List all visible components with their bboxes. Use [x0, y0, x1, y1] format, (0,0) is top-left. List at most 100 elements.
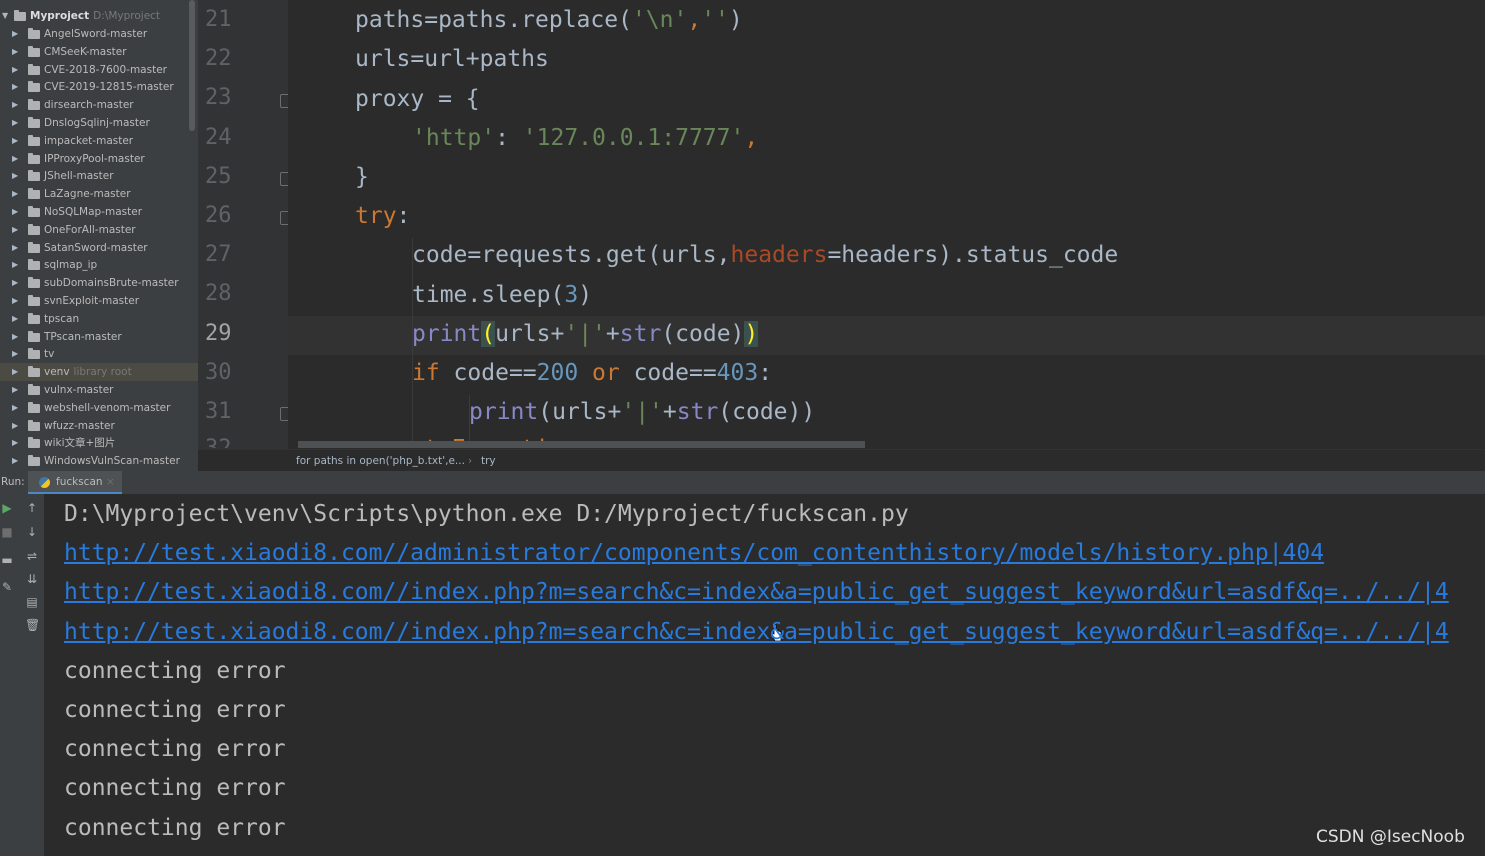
run-icon[interactable]: ▶: [0, 501, 14, 515]
console-line: connecting error: [64, 657, 286, 684]
console-link[interactable]: http://test.xiaodi8.com//administrator/c…: [64, 540, 1324, 566]
tree-item[interactable]: ▶ TPscan-master: [0, 328, 198, 346]
tree-item[interactable]: ▶ CMSeeK-master: [0, 43, 198, 61]
collapsed-arrow-icon[interactable]: ▶: [12, 96, 18, 114]
console-link[interactable]: http://test.xiaodi8.com//index.php?m=sea…: [64, 619, 1449, 645]
folder-icon: [28, 419, 40, 431]
pin-icon[interactable]: ✎: [0, 580, 14, 594]
code-line-28[interactable]: time.sleep(3): [412, 282, 592, 308]
collapsed-arrow-icon[interactable]: ▶: [12, 417, 18, 435]
collapsed-arrow-icon[interactable]: ▶: [12, 150, 18, 168]
collapsed-arrow-icon[interactable]: ▶: [12, 43, 18, 61]
tree-item[interactable]: ▶ svnExploit-master: [0, 292, 198, 310]
tree-item[interactable]: ▶ sqlmap_ip: [0, 256, 198, 274]
run-tab-fuckscan[interactable]: fuckscan ×: [28, 471, 122, 494]
tree-item[interactable]: ▶ WindowsVulnScan-master: [0, 452, 198, 470]
collapsed-arrow-icon[interactable]: ▶: [12, 434, 18, 452]
close-icon[interactable]: ×: [106, 471, 115, 494]
collapsed-arrow-icon[interactable]: ▶: [12, 345, 18, 363]
code-line-21[interactable]: paths=paths.replace('\n',''): [355, 7, 743, 33]
tree-item-label: TPscan-master: [44, 330, 122, 343]
line-number: 21: [205, 7, 232, 32]
collapsed-arrow-icon[interactable]: ▶: [12, 61, 18, 79]
print-icon[interactable]: ▤: [25, 595, 39, 609]
collapsed-arrow-icon[interactable]: ▶: [12, 167, 18, 185]
code-line-27[interactable]: code=requests.get(urls,headers=headers).…: [412, 242, 1118, 268]
code-line-26[interactable]: try:: [355, 203, 410, 229]
collapsed-arrow-icon[interactable]: ▶: [12, 381, 18, 399]
collapsed-arrow-icon[interactable]: ▶: [12, 221, 18, 239]
collapsed-arrow-icon[interactable]: ▶: [12, 114, 18, 132]
project-tree: ▼ Myproject D:\Myproject ▶ AngelSword-mast…: [0, 0, 198, 471]
stop-icon[interactable]: ■: [0, 525, 14, 539]
tree-item[interactable]: ▶ webshell-venom-master: [0, 399, 198, 417]
folder-icon: [28, 117, 40, 128]
collapsed-arrow-icon[interactable]: ▶: [12, 328, 18, 346]
collapsed-arrow-icon[interactable]: ▶: [12, 310, 18, 328]
soft-wrap-icon[interactable]: ⇌: [25, 549, 39, 563]
code-line-23[interactable]: proxy = {: [355, 86, 480, 112]
watermark: CSDN @IsecNoob: [1316, 827, 1465, 847]
tree-item[interactable]: ▶ DnslogSqlinj-master: [0, 114, 198, 132]
tree-item[interactable]: ▶ IPProxyPool-master: [0, 150, 198, 168]
tree-root-path: D:\Myproject: [93, 10, 161, 22]
console-link[interactable]: http://test.xiaodi8.com//index.php?m=sea…: [64, 579, 1449, 605]
tree-item-label: LaZagne-master: [44, 188, 131, 201]
tree-item[interactable]: ▶ AngelSword-master: [0, 25, 198, 43]
tree-item[interactable]: ▶ SatanSword-master: [0, 239, 198, 257]
collapsed-arrow-icon[interactable]: ▶: [12, 78, 18, 96]
tree-root-item[interactable]: ▼ Myproject D:\Myproject: [0, 7, 198, 25]
down-arrow-icon[interactable]: ↓: [25, 525, 39, 539]
collapsed-arrow-icon[interactable]: ▶: [12, 132, 18, 150]
run-toolbar: ▶ ■ ↑ ↓ ⇌ ▬ ⇊ ✎ ▤ 🗑: [0, 494, 44, 856]
tree-item[interactable]: ▶ wiki文章+图片: [0, 434, 198, 452]
folder-icon: [28, 401, 40, 413]
expanded-arrow-icon[interactable]: ▼: [2, 7, 8, 25]
collapsed-arrow-icon[interactable]: ▶: [12, 239, 18, 257]
breadcrumb-item-try[interactable]: try: [481, 450, 496, 472]
tree-item[interactable]: ▶ tpscan: [0, 310, 198, 328]
tree-item[interactable]: ▶ wfuzz-master: [0, 417, 198, 435]
collapsed-arrow-icon[interactable]: ▶: [12, 25, 18, 43]
console-line: connecting error: [64, 775, 286, 802]
tree-item[interactable]: ▶ dirsearch-master: [0, 96, 198, 114]
code-line-24[interactable]: 'http': '127.0.0.1:7777',: [412, 125, 758, 151]
collapsed-arrow-icon[interactable]: ▶: [12, 256, 18, 274]
code-line-22[interactable]: urls=url+paths: [355, 46, 549, 72]
collapsed-arrow-icon[interactable]: ▶: [12, 399, 18, 417]
code-line-30[interactable]: if code==200 or code==403:: [412, 360, 772, 386]
breadcrumb: for paths in open('php_b.txt',e... › try: [198, 449, 1485, 472]
trash-icon[interactable]: 🗑: [25, 618, 40, 632]
collapsed-arrow-icon[interactable]: ▶: [12, 185, 18, 203]
tree-item[interactable]: ▶ OneForAll-master: [0, 221, 198, 239]
collapsed-arrow-icon[interactable]: ▶: [12, 274, 18, 292]
tree-item-label: impacket-master: [44, 134, 134, 147]
collapsed-arrow-icon[interactable]: ▶: [12, 203, 18, 221]
tree-item[interactable]: ▶ CVE-2018-7600-master: [0, 61, 198, 79]
console-line: D:\Myproject\venv\Scripts\python.exe D:/…: [64, 501, 909, 527]
collapsed-arrow-icon[interactable]: ▶: [12, 292, 18, 310]
breadcrumb-item-loop[interactable]: for paths in open('php_b.txt',e...: [296, 450, 465, 472]
scroll-to-end-icon[interactable]: ⇊: [25, 572, 39, 586]
tree-item[interactable]: ▶ vulnx-master: [0, 381, 198, 399]
folder-icon: [28, 45, 40, 57]
layout-icon[interactable]: ▬: [0, 553, 14, 567]
up-arrow-icon[interactable]: ↑: [25, 501, 39, 515]
tree-item[interactable]: ▶ LaZagne-master: [0, 185, 198, 203]
tree-item-label: IPProxyPool-master: [44, 152, 145, 165]
tree-item[interactable]: ▶ CVE-2019-12815-master: [0, 78, 198, 96]
console-line: connecting error: [64, 814, 286, 841]
editor-horizontal-scrollbar[interactable]: [298, 441, 865, 448]
tree-item[interactable]: ▶ subDomainsBrute-master: [0, 274, 198, 292]
folder-icon: [28, 134, 40, 146]
collapsed-arrow-icon[interactable]: ▶: [12, 363, 18, 381]
tree-item[interactable]: ▶ NoSQLMap-master: [0, 203, 198, 221]
tree-item[interactable]: ▶ tv: [0, 345, 198, 363]
collapsed-arrow-icon[interactable]: ▶: [12, 452, 18, 470]
tree-item[interactable]: ▶ JShell-master: [0, 167, 198, 185]
tree-item[interactable]: ▶ venv library root: [0, 363, 198, 382]
tree-item[interactable]: ▶ impacket-master: [0, 132, 198, 150]
code-line-29[interactable]: print(urls+'|'+str(code)): [412, 321, 759, 347]
code-line-25[interactable]: }: [355, 164, 369, 190]
code-line-31[interactable]: print(urls+'|'+str(code)): [469, 399, 815, 425]
